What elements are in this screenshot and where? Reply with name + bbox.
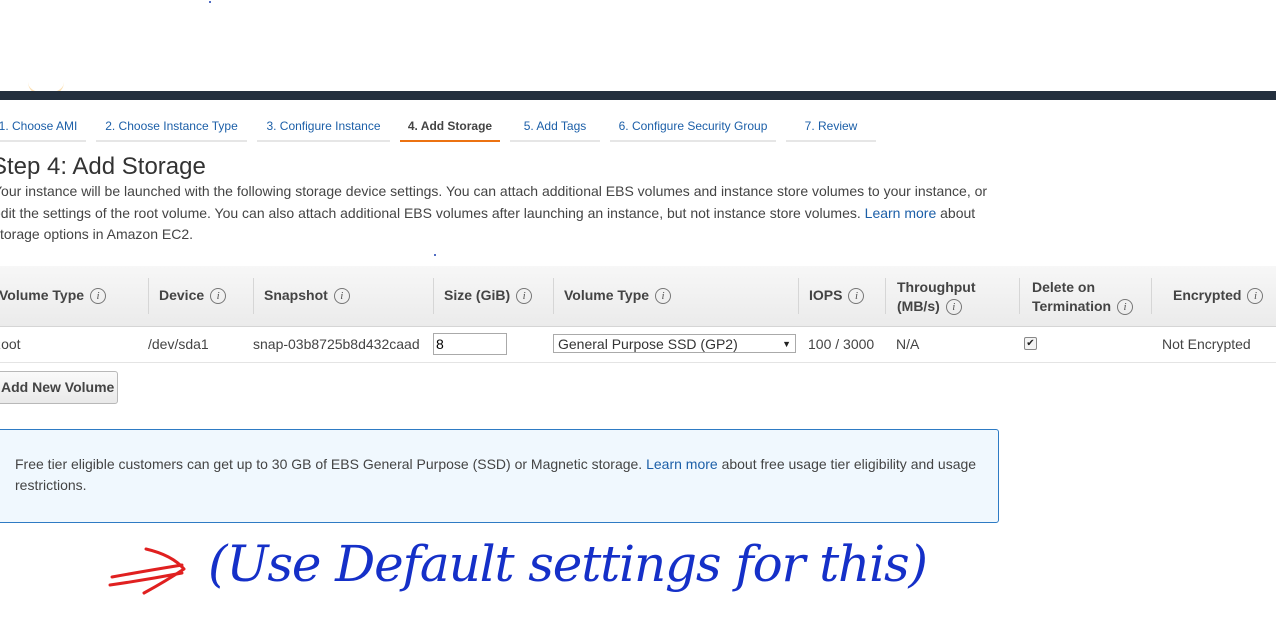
dropdown-arrow-icon: ▼	[782, 339, 791, 349]
info-icon[interactable]: i	[1247, 288, 1264, 305]
col-ebs-volume-type: Volume Type i	[564, 287, 672, 305]
add-new-volume-button[interactable]: Add New Volume	[0, 371, 118, 404]
throughput-label-line1: Throughput	[897, 279, 976, 295]
cell-throughput: N/A	[896, 336, 920, 352]
cell-snapshot: snap-03b8725b8d432caad	[253, 336, 420, 352]
tab-configure-instance[interactable]: 3. Configure Instance	[257, 112, 390, 142]
volume-type-select[interactable]: General Purpose SSD (GP2) ▼	[553, 334, 796, 353]
col-delete-on-termination: Delete on Termination i	[1032, 278, 1134, 316]
tab-add-storage[interactable]: 4. Add Storage	[400, 112, 500, 142]
info-icon[interactable]: i	[655, 288, 672, 305]
column-divider	[1151, 278, 1152, 314]
red-arrow-icon: (Use Default settings for this)	[108, 535, 928, 595]
handwritten-annotation: (Use Default settings for this)	[100, 525, 940, 616]
column-divider	[253, 278, 254, 314]
column-divider	[885, 278, 886, 314]
table-row: Root /dev/sda1 snap-03b8725b8d432caad Ge…	[0, 327, 1276, 363]
info-icon[interactable]: i	[333, 288, 350, 305]
col-device: Device i	[159, 287, 227, 305]
col-encrypted: Encrypted i	[1173, 287, 1264, 305]
annotation-text: (Use Default settings for this)	[208, 535, 928, 593]
info-icon[interactable]: i	[945, 299, 962, 316]
learn-more-link[interactable]: Learn more	[865, 205, 937, 221]
stray-dot	[209, 1, 211, 3]
col-size: Size (GiB) i	[444, 287, 533, 305]
storage-table-header: Volume Type i Device i Snapshot i Size (GiB…	[0, 266, 1276, 327]
tab-choose-ami[interactable]: 1. Choose AMI	[0, 112, 86, 142]
cell-volume-type: Root	[0, 336, 21, 352]
column-divider	[798, 278, 799, 314]
volume-type-selected-value: General Purpose SSD (GP2)	[558, 336, 738, 352]
col-iops: IOPS i	[809, 287, 865, 305]
info-icon[interactable]: i	[516, 288, 533, 305]
column-divider	[148, 278, 149, 314]
tab-choose-instance-type[interactable]: 2. Choose Instance Type	[96, 112, 247, 142]
col-snapshot: Snapshot i	[264, 287, 350, 305]
throughput-label-line2: (MB/s)	[897, 298, 940, 314]
cell-device: /dev/sda1	[148, 336, 209, 352]
cell-iops: 100 / 3000	[808, 336, 875, 352]
info-icon[interactable]: i	[90, 288, 107, 305]
info-icon[interactable]: i	[210, 288, 227, 305]
free-tier-info-box: Free tier eligible customers can get up …	[0, 429, 999, 523]
size-input[interactable]	[433, 333, 507, 355]
info-icon[interactable]: i	[1117, 299, 1134, 316]
checkmark-icon: ✔	[1026, 338, 1035, 349]
delete-label-line1: Delete on	[1032, 279, 1096, 295]
cell-encrypted: Not Encrypted	[1162, 336, 1251, 352]
col-volume-type: Volume Type i	[0, 287, 107, 305]
tab-configure-security-group[interactable]: 6. Configure Security Group	[610, 112, 776, 142]
tab-add-tags[interactable]: 5. Add Tags	[510, 112, 600, 142]
tab-review[interactable]: 7. Review	[786, 112, 876, 142]
delete-on-termination-checkbox[interactable]: ✔	[1024, 337, 1037, 350]
free-tier-learn-more-link[interactable]: Learn more	[646, 456, 718, 472]
console-header-bar	[0, 91, 1276, 100]
page-title: Step 4: Add Storage	[0, 153, 206, 180]
column-divider	[433, 278, 434, 314]
column-divider	[553, 278, 554, 314]
page-description: Your instance will be launched with the …	[0, 181, 993, 246]
info-icon[interactable]: i	[848, 288, 865, 305]
free-tier-text: Free tier eligible customers can get up …	[15, 456, 643, 472]
delete-label-line2: Termination	[1032, 298, 1112, 314]
stray-dot	[434, 254, 436, 256]
col-throughput: Throughput (MB/s) i	[897, 278, 976, 316]
column-divider	[1019, 278, 1020, 314]
description-text: Your instance will be launched with the …	[0, 183, 988, 221]
